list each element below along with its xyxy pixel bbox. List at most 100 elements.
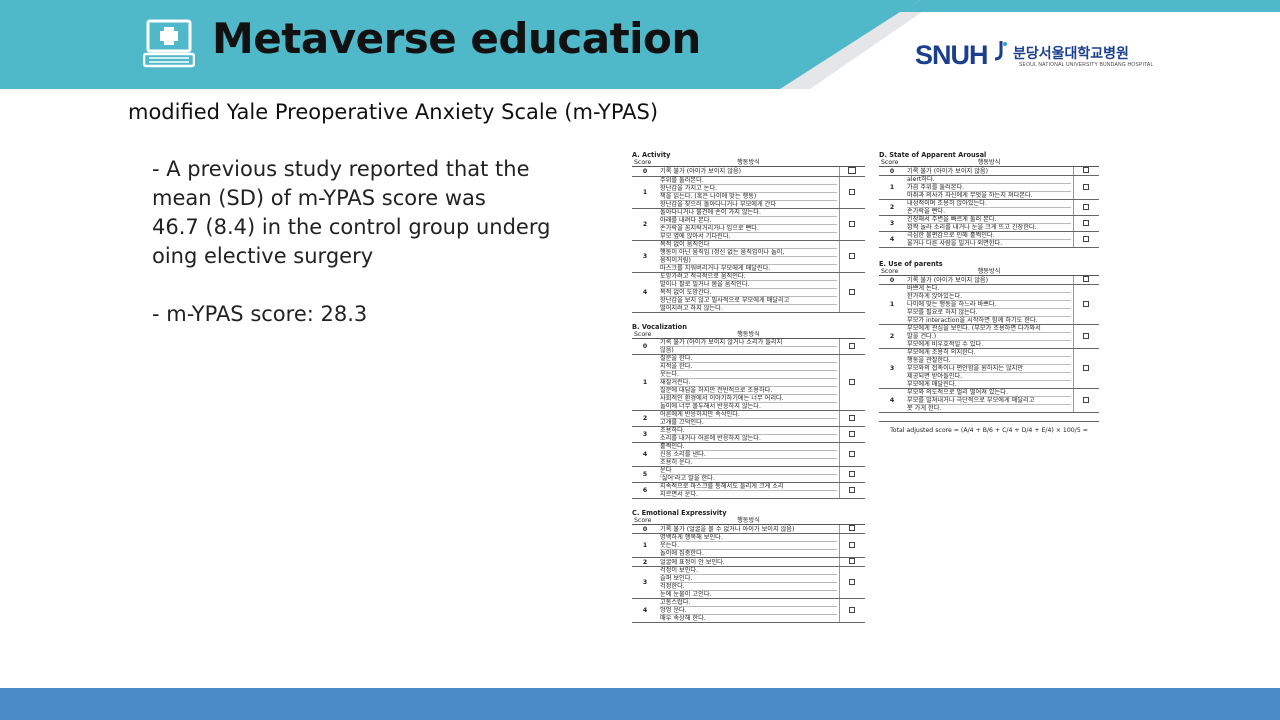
checkbox-icon	[1083, 203, 1090, 210]
scale-behavior-text: 걱정한다.	[660, 583, 837, 591]
total-score-formula: Total adjusted score = (A/4 + B/6 + C/4 …	[890, 427, 1088, 434]
scale-behavior-text: 운다	[660, 467, 837, 475]
logo-text: SNUH	[915, 40, 989, 70]
scale-behavior-text: 손가락을 꼼지락거리거나 입으로 빤다.	[660, 225, 837, 233]
scale-behavior-text: 눈에 눈물이 고인다.	[660, 591, 712, 598]
scale-score: 0	[632, 338, 658, 355]
scale-row: 4 극심한 불편감으로 인해 훌쩍인다. 울거나 다른 사람을 밀거나 외면한다.	[879, 231, 1099, 248]
scale-score: 1	[879, 284, 905, 325]
scale-behavior-text: 행동을 관찰한다.	[907, 357, 1071, 365]
scale-header-behavior: 행동방식	[658, 159, 839, 167]
scale-behavior-text: 못 가게 한다.	[907, 405, 942, 412]
scale-behavior-text: 걱정이 보인다.	[660, 567, 837, 575]
scale-row: 6 지속적으로 마스크를 통해서도 들리게 크게 소리 지르면서 운다.	[632, 482, 865, 499]
bullet-text: 46.7 (8.4) in the control group underg	[152, 215, 551, 239]
scale-score: 4	[632, 442, 658, 467]
checkbox-icon	[849, 430, 856, 437]
myas-scale-left: A. Activity Score 행동방식 0 기록 불가 (아이가 보이지 않음) 1…	[632, 151, 865, 623]
logo-korean: 분당서울대학교병원	[1013, 46, 1129, 62]
bullet-list: - A previous study reported that the mea…	[152, 155, 572, 329]
medical-laptop-icon	[142, 18, 196, 68]
scale-behavior-text: 웃는다.	[660, 371, 837, 379]
scale-behavior-text: 발이나 팔로 밀거나 몸을 움직인다.	[660, 281, 837, 289]
scale-behavior-text: '싫어'라고 말을 한다.	[660, 475, 715, 482]
scale-behavior-text: 지르면서 운다.	[660, 491, 699, 498]
scale-behavior-text: 극심한 불편감으로 인해 훌쩍인다.	[907, 232, 1071, 240]
scale-behavior-text: 마스크를 치워버리거나 부모에게 매달린다.	[660, 265, 771, 272]
checkbox-icon	[849, 606, 856, 613]
scale-behavior-text: 도망가려고 적극적으로 움직인다.	[660, 273, 837, 281]
scale-behavior-text: 부모에게 비우호적일 수 있다.	[907, 341, 984, 348]
scale-score: 3	[632, 240, 658, 273]
scale-header-score: Score	[879, 268, 905, 276]
scale-score: 2	[879, 324, 905, 349]
scale-section-d: D. State of Apparent Arousal Score 행동방식 0 기록…	[879, 151, 1099, 248]
scale-behavior-text: 가끔 주위를 둘러본다.	[907, 184, 1071, 192]
scale-behavior-text: alert하다.	[907, 176, 1071, 184]
logo-english: SEOUL NATIONAL UNIVERSITY BUNDANG HOSPIT…	[1019, 62, 1154, 68]
scale-behavior-text: 얼굴에 표정이 안 보인다.	[660, 558, 725, 566]
scale-behavior-text: 움직이거림)	[660, 257, 837, 265]
scale-behavior-text: 부모에게 조용히 의지한다.	[907, 349, 1071, 357]
scale-section-title: D. State of Apparent Arousal	[879, 151, 987, 159]
scale-behavior-text: 웃는다.	[660, 542, 837, 550]
checkbox-icon	[849, 450, 856, 457]
scale-row: 2 부모에게 관심을 보인다. (부모가 조용하면 다가와서 말을 건다.) 부모에게…	[879, 324, 1099, 349]
scale-behavior-text: 기록 불가 (아이가 보이지 않음)	[907, 167, 989, 175]
scale-score: 2	[879, 199, 905, 216]
bullet-text: - m-YPAS score: 28.3	[152, 302, 368, 326]
scale-behavior-text: 긴장해서 주변을 빠르게 둘러 본다.	[907, 216, 1071, 224]
scale-score: 5	[632, 466, 658, 483]
scale-behavior-text: 소리를 내거나 어른에 반응하지 않는다.	[660, 435, 761, 442]
scale-section-e: E. Use of parents Score 행동방식 0 기록 불가 (아이가 보이…	[879, 260, 1099, 413]
scale-section-c: C. Emotional Expressivity Score 행동방식 0 기록 불가…	[632, 509, 865, 623]
scale-header-behavior: 행동방식	[658, 517, 839, 525]
scale-behavior-text: 않음)	[660, 347, 674, 354]
scale-score: 2	[632, 557, 658, 567]
scale-row: 2 돌아다니거나 물건에 손이 가지 않는다. 아래를 내려다 본다. 손가락을 꼼지…	[632, 208, 865, 241]
scale-row: 4 고통스럽다. 엉엉 운다. 매우 속상해 한다.	[632, 598, 865, 623]
scale-score: 3	[879, 215, 905, 232]
scale-header-score: Score	[879, 159, 905, 167]
scale-row: 0 기록 불가 (아이가 보이지 않음)	[632, 166, 865, 177]
scale-behavior-text: 바쁘게 논다.	[907, 285, 1071, 293]
scale-behavior-text: 한가하게 앉아있는다.	[907, 293, 1071, 301]
scale-behavior-text: 슬퍼 보인다.	[660, 575, 837, 583]
scale-row: 3 조용하다. 소리를 내거나 어른에 반응하지 않는다.	[632, 426, 865, 443]
scale-behavior-text: 지적을 한다.	[660, 363, 837, 371]
bullet-text: mean (SD) of m-YPAS score was	[152, 186, 486, 210]
scale-behavior-text: 놀이에 집중한다.	[660, 550, 704, 557]
scale-behavior-text: 엉엉 운다.	[660, 607, 837, 615]
scale-behavior-text: 아래를 내려다 본다.	[660, 217, 837, 225]
scale-behavior-text: 놀이에 너무 몰두해서 반응하지 않는다.	[660, 403, 761, 410]
scale-row: 3 부모에게 조용히 의지한다. 행동을 관찰한다. 부모와의 접촉이나 편안함을 원…	[879, 348, 1099, 389]
checkbox-icon	[1083, 167, 1090, 173]
scale-behavior-text: 울거나 다른 사람을 밀거나 외면한다.	[907, 240, 1003, 247]
scale-row: 0 기록 불가 (아이가 보이지 않거나 소리가 들리지 않음)	[632, 338, 865, 355]
scale-behavior-text: 사회적인 환경에서 이야기하기에는 너무 어리다.	[660, 395, 837, 403]
scale-score: 4	[632, 598, 658, 623]
scale-score: 4	[632, 272, 658, 313]
scale-row: 1 주위를 둘러본다. 장난감을 가지고 논다. 책을 읽는다. (혹은 나이에 맞는…	[632, 176, 865, 209]
scale-behavior-text: 목적 없이 움직인다	[660, 241, 837, 249]
scale-behavior-text: 재잘거린다.	[660, 379, 837, 387]
scale-behavior-text: 명백하게 행복해 보인다.	[660, 534, 837, 542]
scale-behavior-text: 고개를 끄덕인다.	[660, 419, 704, 426]
logo-mark-icon	[995, 41, 1007, 61]
scale-score: 6	[632, 482, 658, 499]
bullet-text: oing elective surgery	[152, 244, 374, 268]
checkbox-icon	[1083, 219, 1090, 226]
checkbox-icon	[1083, 396, 1090, 403]
scale-row: 1 질문을 한다. 지적을 한다. 웃는다. 재잘거린다. 질문에 대답을 하지만 전반적…	[632, 354, 865, 411]
scale-behavior-text: 마취과 의사가 자신에게 무엇을 하는지 쳐다본다.	[907, 192, 1033, 199]
scale-header-score: Score	[632, 517, 658, 525]
scale-behavior-text: 부모가 interaction을 시작하면 함께 하기도 한다.	[907, 317, 1038, 324]
subtitle: modified Yale Preoperative Anxiety Scale…	[128, 100, 659, 124]
scale-behavior-text: 매우 속상해 한다.	[660, 615, 706, 622]
scale-behavior-text: 장난감을 찾으러 돌아다니거나 부모에게 간다	[660, 201, 777, 208]
checkbox-icon	[849, 558, 856, 564]
scale-behavior-text: 질문을 한다.	[660, 355, 837, 363]
scale-behavior-text: 기록 불가 (아이가 보이지 않음)	[660, 168, 742, 175]
checkbox-icon	[849, 525, 856, 531]
checkbox-icon	[849, 252, 856, 259]
